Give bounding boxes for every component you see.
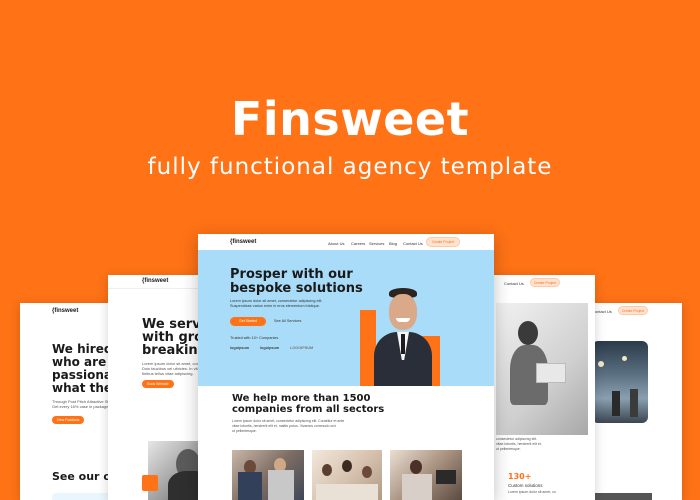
view-positions-button[interactable]: View Positions	[52, 416, 84, 424]
businessman-photo	[370, 288, 436, 386]
book-website-button[interactable]: Book Website	[142, 380, 174, 388]
hero-title: Finsweet	[230, 92, 470, 146]
partner-logo-2: logoipsum	[260, 346, 280, 350]
hero-subtitle: fully functional agency template	[147, 154, 553, 180]
section-title-2: companies from all sectors	[232, 404, 385, 415]
preview-card-office: Contact Us Create Project	[582, 303, 682, 500]
hero-desc-2: Suspendisse varius enim in eros elementu…	[230, 304, 320, 308]
get-started-button[interactable]: Get Started	[230, 317, 266, 326]
section-title-1: We help more than 1500	[232, 393, 371, 404]
hero-section: Prosper with our bespoke solutions Lorem…	[198, 250, 494, 386]
team-photo-3	[390, 450, 462, 500]
create-project-button[interactable]: Create Project	[618, 306, 648, 315]
card-heading-4: what the	[52, 381, 113, 395]
woman-photo	[496, 303, 588, 435]
partner-logo-1: logoipsum	[230, 346, 250, 350]
create-project-button[interactable]: Create Project	[426, 237, 460, 247]
card-logo: {finsweet	[52, 308, 79, 314]
stat-value: 130+	[508, 472, 532, 481]
hero-heading-2: bespoke solutions	[230, 281, 363, 296]
preview-card-team: Contact Us Create Project consectetur ad…	[492, 275, 595, 500]
section-desc-3: ut pellentesque.	[232, 429, 257, 433]
card-desc-3: finibus tellus vitae adipiscing.	[142, 371, 194, 376]
preview-card-home: {finsweet About Us Careers Services Blog…	[198, 234, 494, 500]
create-project-button[interactable]: Create Project	[530, 278, 560, 287]
hero-heading-1: Prosper with our	[230, 267, 353, 282]
partner-logo-3: LOGOIPSUM	[290, 346, 314, 350]
card-desc-3: ut pellentesque.	[496, 447, 521, 451]
stat-label: Custom solutions	[508, 483, 543, 488]
trusted-label: Trusted with 10+ Companies	[230, 336, 279, 340]
nav-blog[interactable]: Blog	[389, 241, 397, 246]
site-logo: {finsweet	[230, 239, 257, 245]
nav-about[interactable]: About Us	[328, 241, 344, 246]
stat-desc: Lorem ipsum dolor sit amet, co	[508, 490, 556, 494]
card-logo: {finsweet	[142, 278, 169, 284]
see-services-link[interactable]: See All Services	[274, 319, 301, 324]
team-photo-1	[232, 450, 304, 500]
office-photo	[592, 341, 648, 423]
team-photo-2	[312, 450, 382, 500]
orange-accent-square	[142, 475, 158, 491]
bottom-photo	[592, 493, 652, 500]
nav-contact[interactable]: Contact Us	[403, 241, 423, 246]
nav-contact[interactable]: Contact Us	[504, 281, 524, 286]
nav-careers[interactable]: Careers	[351, 241, 365, 246]
nav-services[interactable]: Services	[369, 241, 384, 246]
card-desc-2: Get every 16% case in packages	[52, 404, 111, 409]
